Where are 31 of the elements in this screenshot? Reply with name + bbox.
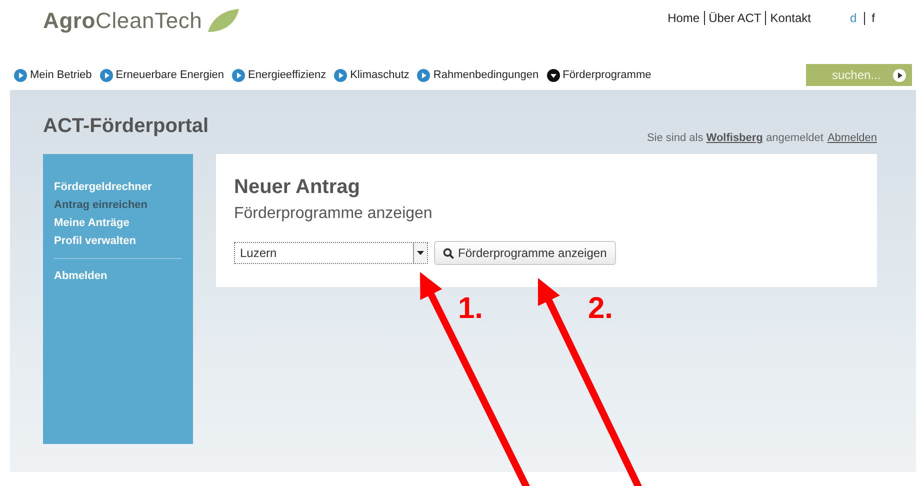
search-icon	[443, 248, 454, 258]
top-nav-link[interactable]: Kontakt	[765, 11, 815, 25]
panel-title: Neuer Antrag	[234, 176, 361, 199]
canton-select[interactable]: Luzern	[234, 242, 428, 264]
login-status: Sie sind als Wolfisberg angemeldet	[646, 132, 824, 144]
annotation-label: 2.	[588, 292, 614, 326]
nav-item[interactable]: Rahmenbedingungen	[417, 68, 539, 82]
panel-subtitle: Förderprogramme anzeigen	[234, 205, 434, 223]
nav-item[interactable]: Erneuerbare Energien	[100, 68, 224, 82]
nav-item[interactable]: Energieeffizienz	[232, 68, 326, 82]
leaf-logo-icon	[206, 8, 240, 34]
play-icon	[417, 68, 430, 82]
top-nav-link[interactable]: Über ACT	[704, 11, 766, 25]
play-icon	[100, 68, 113, 82]
play-icon	[334, 68, 348, 82]
search-field[interactable]: suchen...	[806, 64, 912, 86]
play-icon	[893, 68, 906, 82]
logout-link[interactable]: Abmelden	[827, 132, 877, 144]
nav-item[interactable]: Förderprogramme	[546, 68, 652, 82]
play-icon	[14, 68, 27, 82]
nav-item[interactable]: Klimaschutz	[334, 68, 410, 82]
language-link[interactable]: d	[842, 11, 864, 25]
nav-item[interactable]: Mein Betrieb	[14, 68, 92, 82]
play-icon	[232, 68, 246, 82]
logo-text: AgroCleanTech	[43, 8, 202, 34]
language-link[interactable]: f	[864, 11, 882, 25]
portal-title: ACT-Förderportal	[43, 115, 209, 138]
show-programs-button[interactable]: Förderprogramme anzeigen	[434, 241, 616, 265]
annotation-label: 1.	[458, 292, 484, 326]
top-nav-link[interactable]: Home	[664, 11, 704, 25]
caret-icon	[417, 251, 424, 255]
